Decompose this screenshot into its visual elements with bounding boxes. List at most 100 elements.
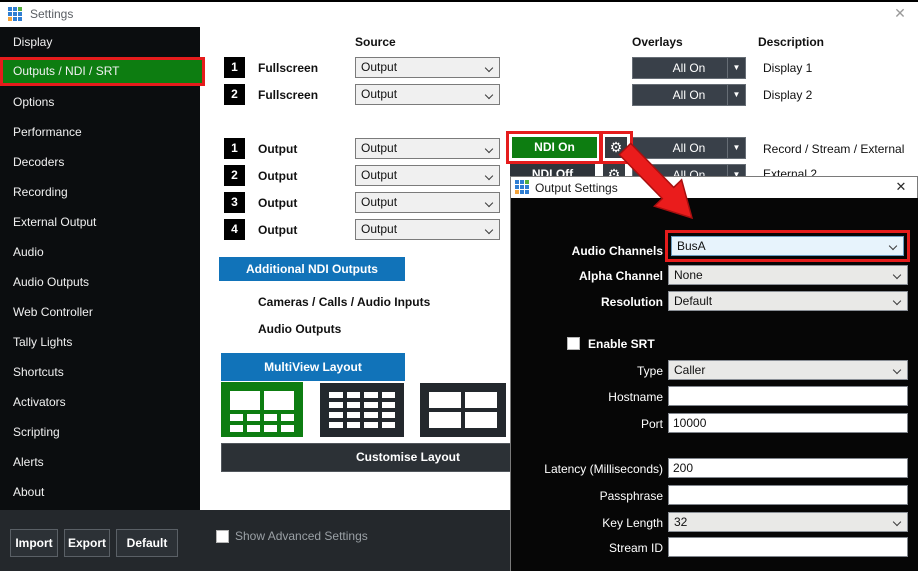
alpha-channel-value: None xyxy=(674,268,703,282)
alpha-channel-dropdown[interactable]: None xyxy=(668,265,908,285)
fullscreen-2-source-dropdown[interactable]: Output xyxy=(355,84,500,105)
additional-ndi-outputs-button[interactable]: Additional NDI Outputs xyxy=(219,257,405,281)
output-3-label: Output xyxy=(258,196,297,210)
audio-channels-dropdown[interactable]: BusA xyxy=(671,236,904,256)
sidebar-item-audio-outputs[interactable]: Audio Outputs xyxy=(0,267,200,297)
fullscreen-1-overlays-dropdown[interactable]: All On ▼ xyxy=(632,57,746,79)
passphrase-input[interactable] xyxy=(668,485,908,505)
fullscreen-2-label: Fullscreen xyxy=(258,88,318,102)
alpha-channel-label: Alpha Channel xyxy=(511,269,663,283)
close-icon[interactable]: ✕ xyxy=(891,5,909,22)
window-title: Settings xyxy=(30,7,73,21)
sidebar-item-shortcuts[interactable]: Shortcuts xyxy=(0,357,200,387)
latency-label: Latency (Milliseconds) xyxy=(511,462,663,476)
chevron-down-icon xyxy=(893,297,901,305)
hostname-label: Hostname xyxy=(511,390,663,404)
output-2-badge: 2 xyxy=(224,165,245,186)
settings-window: Settings ✕ Display Outputs / NDI / SRT O… xyxy=(0,0,918,571)
port-label: Port xyxy=(511,417,663,431)
output-2-label: Output xyxy=(258,169,297,183)
sidebar-item-about[interactable]: About xyxy=(0,477,200,507)
port-input[interactable] xyxy=(668,413,908,433)
output-1-source-value: Output xyxy=(361,141,397,155)
resolution-value: Default xyxy=(674,294,712,308)
output-3-source-value: Output xyxy=(361,195,397,209)
resolution-label: Resolution xyxy=(511,295,663,309)
sidebar-item-scripting[interactable]: Scripting xyxy=(0,417,200,447)
output-1-gear-icon[interactable]: ⚙ xyxy=(605,137,627,158)
latency-input[interactable] xyxy=(668,458,908,478)
chevron-down-icon xyxy=(485,145,493,153)
hostname-input[interactable] xyxy=(668,386,908,406)
show-advanced-settings-checkbox[interactable] xyxy=(216,530,229,543)
key-length-dropdown[interactable]: 32 xyxy=(668,512,908,532)
dialog-body: Audio Channels BusA Alpha Channel None R… xyxy=(510,198,918,571)
output-2-source-dropdown[interactable]: Output xyxy=(355,165,500,186)
cameras-calls-audio-inputs-label: Cameras / Calls / Audio Inputs xyxy=(258,295,430,309)
enable-srt-checkbox[interactable] xyxy=(567,337,580,350)
sidebar-item-tally-lights[interactable]: Tally Lights xyxy=(0,327,200,357)
type-label: Type xyxy=(511,364,663,378)
type-dropdown[interactable]: Caller xyxy=(668,360,908,380)
dialog-close-icon[interactable]: ✕ xyxy=(893,179,909,195)
dialog-title: Output Settings xyxy=(535,181,618,195)
chevron-down-icon xyxy=(893,366,901,374)
ndi-on-button[interactable]: NDI On xyxy=(512,137,597,158)
audio-outputs-label: Audio Outputs xyxy=(258,322,341,336)
audio-channels-label: Audio Channels xyxy=(511,244,663,258)
title-bar: Settings ✕ xyxy=(0,2,918,27)
default-button[interactable]: Default xyxy=(116,529,178,557)
sidebar-item-activators[interactable]: Activators xyxy=(0,387,200,417)
resolution-dropdown[interactable]: Default xyxy=(668,291,908,311)
settings-sidebar: Display Outputs / NDI / SRT Options Perf… xyxy=(0,27,200,510)
multiview-layout-button[interactable]: MultiView Layout xyxy=(221,353,405,381)
fullscreen-1-source-value: Output xyxy=(361,60,397,74)
output-3-source-dropdown[interactable]: Output xyxy=(355,192,500,213)
dropdown-arrow-icon: ▼ xyxy=(727,58,745,78)
fullscreen-2-source-value: Output xyxy=(361,87,397,101)
output-settings-dialog: Output Settings ✕ Audio Channels BusA Al… xyxy=(510,176,918,571)
fullscreen-2-description: Display 2 xyxy=(763,88,812,102)
key-length-label: Key Length xyxy=(511,516,663,530)
sidebar-item-audio[interactable]: Audio xyxy=(0,237,200,267)
sidebar-item-display[interactable]: Display xyxy=(0,27,200,57)
multiview-layout-thumbnail-selected[interactable] xyxy=(221,382,303,437)
sidebar-item-performance[interactable]: Performance xyxy=(0,117,200,147)
sidebar-item-outputs-ndi-srt[interactable]: Outputs / NDI / SRT xyxy=(0,57,205,86)
export-button[interactable]: Export xyxy=(64,529,110,557)
chevron-down-icon xyxy=(485,91,493,99)
output-1-description: Record / Stream / External xyxy=(763,142,904,156)
sidebar-item-alerts[interactable]: Alerts xyxy=(0,447,200,477)
show-advanced-settings-label: Show Advanced Settings xyxy=(235,529,368,543)
multiview-layout-thumbnail-quad[interactable] xyxy=(420,383,506,437)
chevron-down-icon xyxy=(485,226,493,234)
sidebar-item-external-output[interactable]: External Output xyxy=(0,207,200,237)
chevron-down-icon xyxy=(485,172,493,180)
sidebar-item-options[interactable]: Options xyxy=(0,87,200,117)
chevron-down-icon xyxy=(485,199,493,207)
sidebar-item-recording[interactable]: Recording xyxy=(0,177,200,207)
output-1-badge: 1 xyxy=(224,138,245,159)
passphrase-label: Passphrase xyxy=(511,489,663,503)
import-button[interactable]: Import xyxy=(10,529,58,557)
sidebar-item-web-controller[interactable]: Web Controller xyxy=(0,297,200,327)
key-length-value: 32 xyxy=(674,515,687,529)
output-4-source-dropdown[interactable]: Output xyxy=(355,219,500,240)
type-value: Caller xyxy=(674,363,705,377)
multiview-layout-thumbnail-grid[interactable] xyxy=(320,383,404,437)
chevron-down-icon xyxy=(889,242,897,250)
overlays-header: Overlays xyxy=(632,35,683,49)
dropdown-arrow-icon: ▼ xyxy=(727,85,745,105)
stream-id-input[interactable] xyxy=(668,537,908,557)
output-1-source-dropdown[interactable]: Output xyxy=(355,138,500,159)
dialog-title-bar: Output Settings ✕ xyxy=(510,176,918,198)
enable-srt-label: Enable SRT xyxy=(588,337,655,351)
fullscreen-1-source-dropdown[interactable]: Output xyxy=(355,57,500,78)
description-header: Description xyxy=(758,35,824,49)
chevron-down-icon xyxy=(485,64,493,72)
vmix-logo-icon xyxy=(8,7,24,23)
fullscreen-2-overlays-dropdown[interactable]: All On ▼ xyxy=(632,84,746,106)
output-1-overlays-dropdown[interactable]: All On ▼ xyxy=(632,137,746,159)
source-header: Source xyxy=(355,35,396,49)
sidebar-item-decoders[interactable]: Decoders xyxy=(0,147,200,177)
